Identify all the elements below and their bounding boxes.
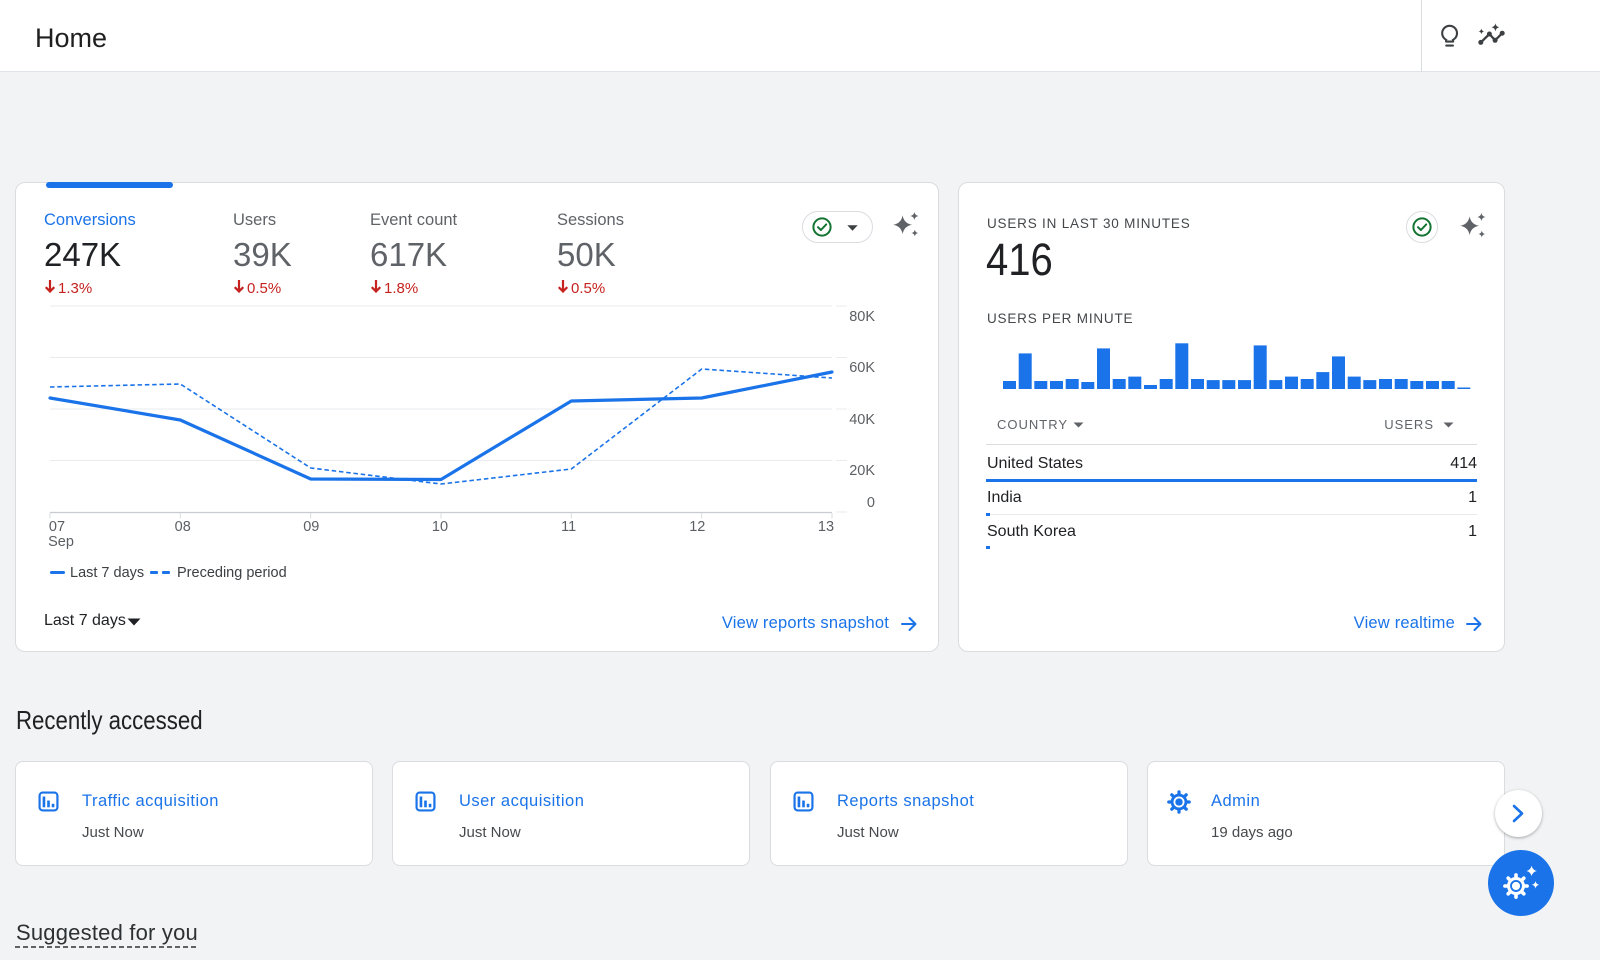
- svg-text:11: 11: [561, 519, 576, 535]
- svg-text:07: 07: [49, 519, 65, 535]
- svg-text:08: 08: [175, 519, 191, 535]
- svg-text:80K: 80K: [849, 309, 875, 325]
- svg-text:20K: 20K: [849, 463, 875, 479]
- svg-text:60K: 60K: [849, 360, 875, 376]
- svg-text:12: 12: [689, 519, 705, 535]
- svg-text:0: 0: [867, 495, 875, 511]
- svg-text:09: 09: [303, 519, 319, 535]
- svg-text:13: 13: [818, 519, 834, 535]
- svg-text:Sep: Sep: [48, 534, 74, 550]
- svg-text:10: 10: [432, 519, 448, 535]
- svg-text:40K: 40K: [849, 412, 875, 428]
